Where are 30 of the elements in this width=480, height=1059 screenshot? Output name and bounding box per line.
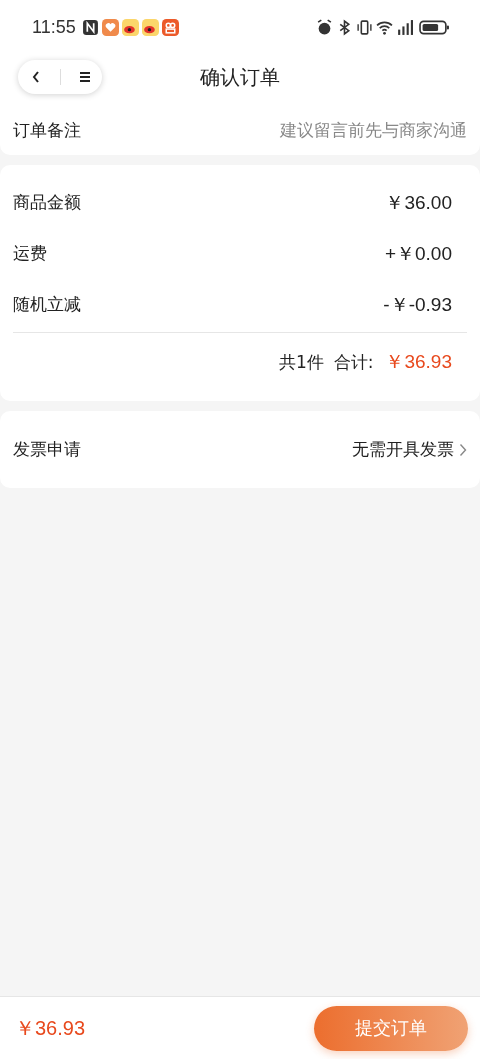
battery-icon [419,19,450,36]
menu-icon [77,70,92,84]
note-label: 订单备注 [13,118,81,142]
amount-label: 随机立减 [13,293,81,316]
eye-app-icon [121,19,139,36]
app-icon [161,19,179,36]
amount-value: -￥-0.93 [383,292,452,317]
vibrate-icon [356,19,373,36]
wifi-icon [376,19,393,36]
amount-value: ￥36.00 [385,190,452,215]
chevron-right-icon [459,442,467,457]
eye-app-icon [141,19,159,36]
note-field[interactable]: 建议留言前先与商家沟通 [91,120,467,140]
amount-label: 商品金额 [13,191,81,214]
amount-label: 运费 [13,242,47,265]
nfc-icon [81,19,99,36]
alarm-icon [316,19,333,36]
total-label: 合计: [333,350,374,374]
status-time: 11:55 [32,17,76,38]
amount-value: +￥0.00 [384,241,452,266]
invoice-row[interactable]: 发票申请 无需开具发票 [0,411,480,488]
item-count: 共1件 [278,350,324,374]
page-title: 确认订单 [200,64,280,91]
invoice-label: 发票申请 [13,438,81,461]
note-row[interactable]: 订单备注 建议留言前先与商家沟通 [0,105,480,155]
total-amount: ￥36.93 [385,350,452,374]
invoice-value: 无需开具发票 [352,438,454,461]
heart-app-icon [101,19,119,36]
signal-icon [396,19,413,36]
total-price: ￥36.93 [15,1015,86,1041]
